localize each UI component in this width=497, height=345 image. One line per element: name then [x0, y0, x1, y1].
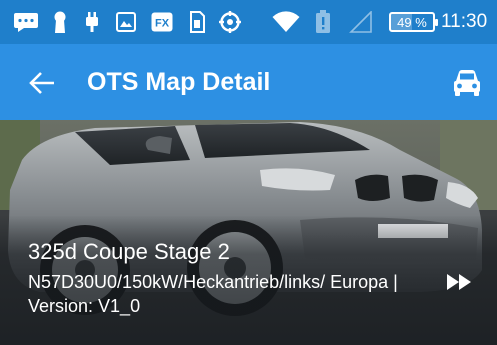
sim-icon	[188, 10, 206, 34]
fx-app-icon: FX	[150, 10, 174, 34]
battery-percent: 49 %	[397, 14, 427, 30]
keyhole-icon	[52, 10, 68, 34]
wifi-icon	[272, 10, 300, 34]
usb-icon	[84, 10, 100, 34]
status-bar: FX 49 % 11:30	[0, 0, 497, 44]
vehicle-detail: N57D30U0/150kW/Heckantrieb/links/ Europa…	[28, 272, 398, 316]
sync-icon	[218, 10, 242, 34]
screen: FX 49 % 11:30 OTS Map Detail 325d Coupe …	[0, 0, 497, 345]
vehicle-name: 325d Coupe Stage 2	[28, 239, 230, 264]
page-title: OTS Map Detail	[87, 68, 271, 96]
arrow-back-icon[interactable]	[28, 68, 58, 98]
vehicle-hero: 325d Coupe Stage 2 N57D30U0/150kW/Heckan…	[0, 120, 497, 345]
fast-forward-icon[interactable]	[445, 270, 473, 294]
battery-alert-icon	[314, 10, 332, 34]
app-bar: OTS Map Detail	[0, 44, 497, 120]
car-icon[interactable]	[450, 66, 484, 100]
image-icon	[115, 10, 137, 34]
no-signal-icon	[348, 10, 374, 34]
battery-indicator: 49 %	[389, 12, 438, 32]
message-icon	[12, 10, 40, 34]
fx-app-label: FX	[155, 18, 170, 30]
clock: 11:30	[441, 11, 488, 32]
